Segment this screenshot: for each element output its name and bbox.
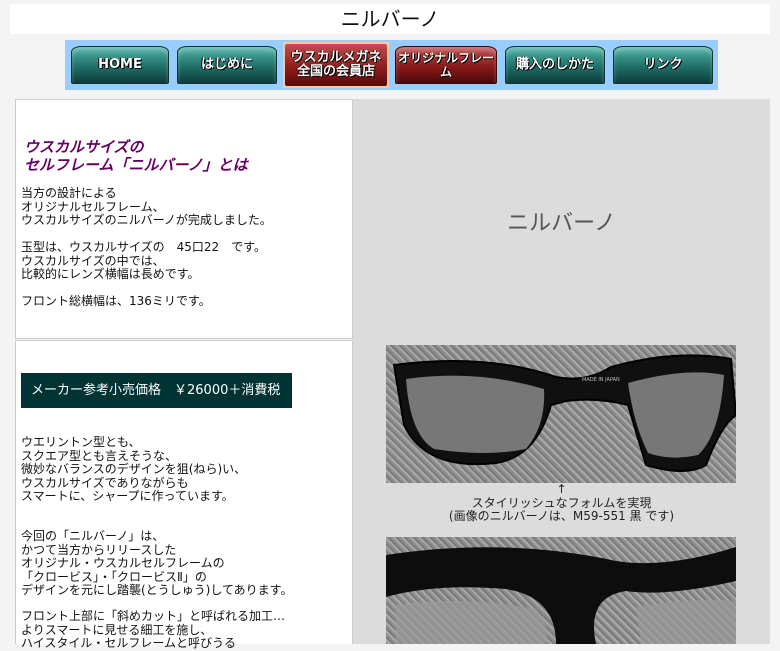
text-line: ウスカルサイズの中では、 <box>21 253 165 268</box>
text-line: フロント上部に「斜めカット」と呼ばれる加工… <box>21 609 286 623</box>
intro-paragraph-1: 当方の設計による オリジナルセルフレーム、 ウスカルサイズのニルバーノが完成しま… <box>21 186 272 228</box>
text-line: フロント総横幅は、136ミリです。 <box>21 294 211 308</box>
frame-imprint: MADE IN JAPAN <box>582 377 620 383</box>
nav-member-stores-label-line1: ウスカルメガネ <box>290 50 382 65</box>
nav-original-frame-button[interactable]: オリジナルフレーム <box>395 46 497 84</box>
details-panel: メーカー参考小売価格 ￥26000＋消費税 ウエリントン型とも、 スクエア型とも… <box>15 340 353 650</box>
product-panel: ニルバーノ MADE IN JAPAN ↑ スタイリッシュなフォルムを実現 (画… <box>353 99 770 644</box>
text-line: 今回の「ニルバーノ」は、 <box>21 529 165 543</box>
price-banner: メーカー参考小売価格 ￥26000＋消費税 <box>21 373 292 408</box>
nav-intro-button[interactable]: はじめに <box>177 46 277 84</box>
intro-panel: ウスカルサイズの セルフレーム「ニルバーノ」とは 当方の設計による オリジナルセ… <box>15 99 353 339</box>
history-paragraph: 今回の「ニルバーノ」は、 かつて当方からリリースした オリジナル・ウスカルセルフ… <box>21 529 293 598</box>
nav-how-to-buy-button[interactable]: 購入のしかた <box>505 46 605 84</box>
design-paragraph: ウエリントン型とも、 スクエア型とも言えそうな、 微妙なバランスのデザインを狙(… <box>21 435 247 504</box>
photo-caption: ↑ スタイリッシュなフォルムを実現 (画像のニルバーノは、M59-551 黒 で… <box>353 482 770 524</box>
text-line: オリジナルセルフレーム、 <box>21 199 165 214</box>
text-line: 「クロービス」・「クロービスⅡ」の <box>21 569 207 584</box>
glasses-front-illustration: MADE IN JAPAN <box>392 354 736 472</box>
nav-member-stores-button[interactable]: ウスカルメガネ 全国の会員店 <box>283 42 389 88</box>
text-line: ウスカルサイズのニルバーノが完成しました。 <box>21 213 272 227</box>
intro-heading: ウスカルサイズの セルフレーム「ニルバーノ」とは <box>24 138 248 174</box>
text-line: スクエア型とも言えそうな、 <box>21 448 178 463</box>
caption-arrow: ↑ <box>556 482 567 496</box>
product-title: ニルバーノ <box>507 211 616 236</box>
finish-paragraph: フロント上部に「斜めカット」と呼ばれる加工… よりスマートに見せる細工を施し、 … <box>21 609 286 651</box>
text-line: 当方の設計による <box>21 186 117 200</box>
text-line: 比較的にレンズ横幅は長めです。 <box>21 267 200 281</box>
text-line: オリジナル・ウスカルセルフレームの <box>21 556 225 570</box>
intro-heading-line2: セルフレーム「ニルバーノ」とは <box>24 156 248 174</box>
text-line: かつて当方からリリースした <box>21 542 177 557</box>
glasses-closeup-illustration <box>386 547 736 644</box>
intro-paragraph-2: 玉型は、ウスカルサイズの 45口22 です。 ウスカルサイズの中では、 比較的に… <box>21 240 266 282</box>
caption-line-1: スタイリッシュなフォルムを実現 <box>471 495 652 510</box>
caption-line-2: (画像のニルバーノは、M59-551 黒 です) <box>448 509 675 523</box>
text-line: 微妙なバランスのデザインを狙(ねら)い、 <box>21 462 247 476</box>
glasses-photo-closeup <box>386 537 736 644</box>
nav-home-button[interactable]: HOME <box>71 46 169 84</box>
text-line: スマートに、シャープに作っています。 <box>21 489 234 503</box>
text-line: デザインを元にし踏襲(とうしゅう)してあります。 <box>21 583 293 597</box>
text-line: 玉型は、ウスカルサイズの 45口22 です。 <box>21 240 266 254</box>
intro-heading-line1: ウスカルサイズの <box>24 138 144 156</box>
text-line: よりスマートに見せる細工を施し、 <box>21 622 213 637</box>
nav-member-stores-label-line2: 全国の会員店 <box>296 64 375 79</box>
nav-links-button[interactable]: リンク <box>613 46 713 84</box>
glasses-photo-front: MADE IN JAPAN <box>386 345 736 483</box>
page-title: ニルバーノ <box>10 4 770 34</box>
text-line: ウスカルサイズでありながらも <box>21 475 189 490</box>
text-line: ハイスタイル・セルフレームと呼びうる <box>21 636 237 650</box>
text-line: ウエリントン型とも、 <box>21 435 141 449</box>
intro-paragraph-3: フロント総横幅は、136ミリです。 <box>21 294 211 309</box>
main-navigation: HOME はじめに ウスカルメガネ 全国の会員店 オリジナルフレーム 購入のしか… <box>65 40 718 90</box>
